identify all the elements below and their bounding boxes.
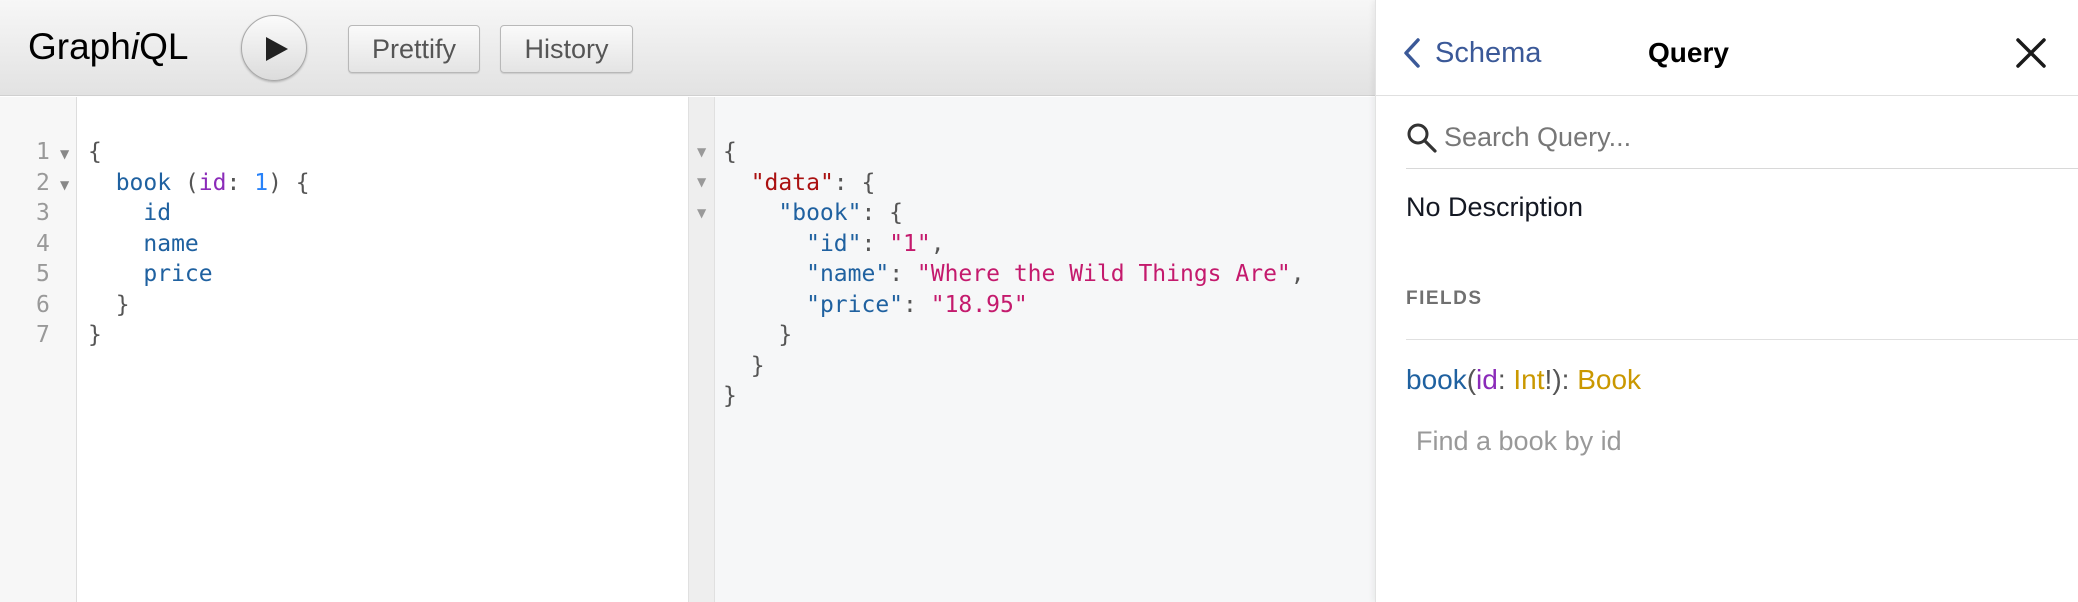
json-key-price: "price" [806, 291, 904, 318]
code-line: } [88, 290, 310, 321]
close-docs-button[interactable] [2013, 35, 2049, 71]
docs-title: Query [1648, 37, 1729, 68]
close-icon [2016, 38, 2046, 68]
colon: : [226, 169, 255, 196]
json-key-id: "id" [806, 230, 862, 257]
field-item-book: book(id: Int!): Book [1406, 364, 1642, 395]
gutter-line: 5 [0, 259, 77, 289]
query-editor[interactable]: 1 ▼ 2 ▼ 3 4 5 6 7 { book (id: 1) { id name… [0, 97, 688, 602]
json-key-data: "data" [750, 169, 834, 196]
toolbar: GraphiQL Prettify History [0, 0, 1375, 96]
brace: { [88, 139, 102, 165]
query-code[interactable]: { book (id: 1) { id name price }} [88, 137, 310, 351]
gutter-line: 2 ▼ [0, 168, 77, 198]
line-number: 5 [36, 261, 50, 287]
result-json: { "data": { "book": { "id": "1", "name":… [723, 137, 1305, 412]
query-field-price: price [143, 261, 213, 287]
field-argument-name: id [1476, 364, 1498, 395]
brace: } [115, 291, 130, 318]
query-argument-value: 1 [254, 169, 269, 196]
json-value-price: "18.95" [930, 291, 1028, 318]
brace: { [723, 139, 737, 165]
logo-text-suffix: QL [139, 26, 189, 67]
code-line: price [88, 259, 310, 290]
query-field-id: id [143, 200, 172, 226]
result-line: "price": "18.95" [806, 291, 1028, 318]
argument-type-link[interactable]: Int [1513, 364, 1544, 395]
logo-text-prefix: Graph [28, 26, 131, 67]
docs-search [1406, 112, 2078, 169]
fold-arrow-icon[interactable]: ▼ [697, 206, 706, 220]
graphiql-app: GraphiQL Prettify History 1 ▼ 2 ▼ 3 4 5 6 … [0, 0, 1375, 602]
line-number: 1 [36, 139, 50, 165]
line-number-gutter: 1 ▼ 2 ▼ 3 4 5 6 7 [0, 97, 77, 602]
non-null-marker: ! [1544, 364, 1553, 395]
return-type-link[interactable]: Book [1577, 364, 1641, 395]
gutter-line: 3 [0, 198, 77, 228]
code-line: book (id: 1) { [88, 168, 310, 199]
execute-query-button[interactable] [241, 15, 307, 81]
code-line: } [88, 320, 310, 351]
pane-resize-divider[interactable] [688, 97, 715, 602]
code-line: { [88, 137, 310, 168]
type-description: No Description [1406, 192, 1584, 222]
search-icon [1407, 123, 1437, 153]
gutter-line: 6 [0, 290, 77, 320]
docs-explorer: Schema Query No Description FIELDS book(… [1375, 0, 2078, 602]
line-number: 7 [36, 322, 50, 348]
query-field-book: book [115, 169, 172, 196]
line-number: 6 [36, 291, 50, 318]
result-line: "data": { [750, 169, 876, 196]
result-line: "id": "1", [806, 230, 945, 257]
docs-header: Schema Query [1376, 0, 2078, 96]
paren-brace: ) { [268, 169, 310, 196]
json-value-id: "1" [889, 230, 931, 257]
docs-search-input[interactable] [1444, 117, 2044, 157]
paren: ( [171, 169, 199, 196]
query-argument: id [198, 169, 227, 196]
fold-arrow-icon[interactable]: ▼ [697, 145, 706, 159]
history-button[interactable]: History [500, 25, 633, 73]
result-line: } [723, 320, 1305, 351]
fold-arrow-icon[interactable]: ▼ [60, 170, 69, 201]
line-number: 3 [36, 200, 50, 226]
fields-section-header: FIELDS [1406, 288, 2078, 340]
result-line: { [723, 137, 1305, 168]
brace: } [778, 322, 793, 348]
field-description: Find a book by id [1416, 426, 1622, 456]
play-icon [266, 37, 288, 61]
logo-text-italic: i [130, 26, 140, 67]
json-key-name: "name" [806, 261, 890, 287]
code-line: name [88, 229, 310, 260]
code-line: id [88, 198, 310, 229]
result-line: "name": "Where the Wild Things Are", [806, 261, 1305, 287]
query-field-name: name [143, 230, 199, 257]
field-name-link[interactable]: book [1406, 364, 1467, 395]
brace: } [723, 383, 737, 409]
json-key-book: "book" [778, 200, 862, 226]
line-number: 2 [36, 169, 50, 196]
result-viewer: { "data": { "book": { "id": "1", "name":… [715, 97, 1375, 602]
brace: } [750, 352, 765, 379]
result-line: "book": { [778, 200, 904, 226]
result-line: } [723, 381, 1305, 412]
brace: } [88, 322, 102, 348]
json-value-name: "Where the Wild Things Are" [916, 261, 1291, 287]
gutter-line: 1 ▼ [0, 137, 77, 167]
fold-arrow-icon[interactable]: ▼ [697, 175, 706, 189]
line-number: 4 [36, 230, 50, 257]
result-line: } [723, 351, 1305, 382]
gutter-line: 7 [0, 320, 77, 350]
graphiql-logo: GraphiQL [28, 26, 188, 68]
fold-arrow-icon[interactable]: ▼ [60, 139, 69, 170]
gutter-line: 4 [0, 229, 77, 259]
prettify-button[interactable]: Prettify [348, 25, 480, 73]
